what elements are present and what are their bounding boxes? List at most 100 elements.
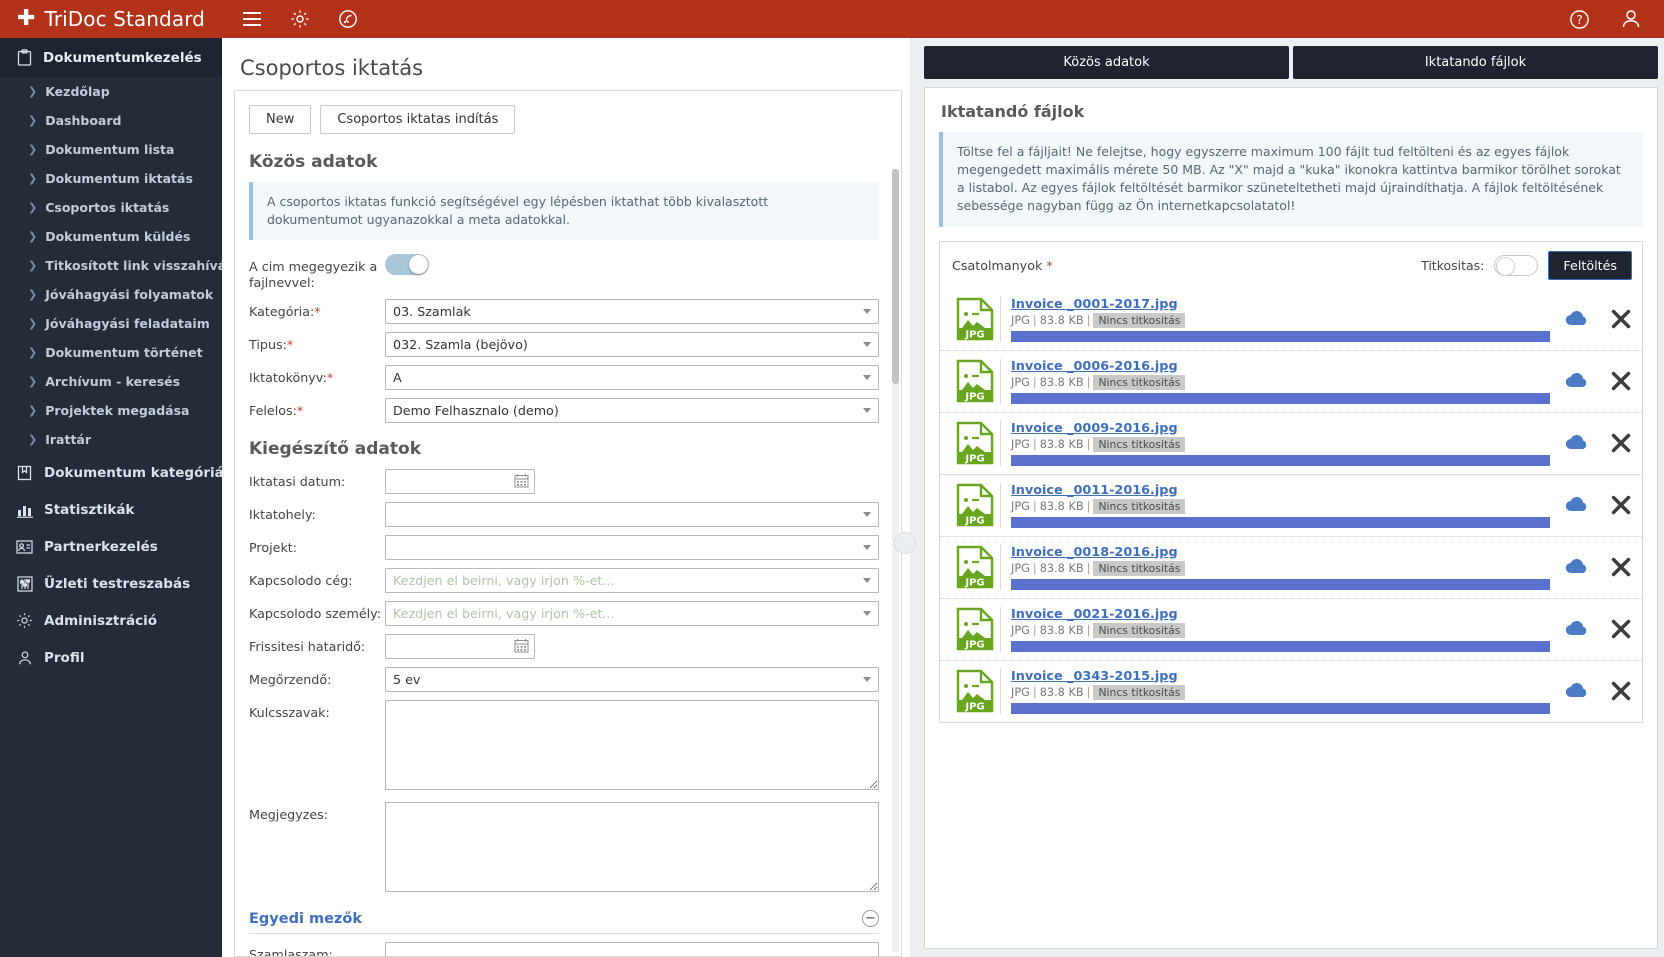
- upload-button[interactable]: Feltöltés: [1548, 250, 1632, 280]
- tab-kozos-adatok[interactable]: Közös adatok: [924, 46, 1289, 79]
- download-cloud-icon[interactable]: [1564, 370, 1590, 392]
- sidebar-item-partnerkezeles[interactable]: Partnerkezelés: [0, 528, 222, 565]
- download-cloud-icon[interactable]: [1564, 432, 1590, 454]
- close-x-icon[interactable]: [1610, 370, 1632, 392]
- field-szamlaszam: Szamlaszam:: [249, 942, 879, 956]
- start-batch-registration-button[interactable]: Csoportos iktatas indítás: [320, 105, 516, 134]
- file-name-link[interactable]: Invoice _0018-2016.jpg: [1011, 545, 1550, 560]
- sidebar-item-dokumentum-kuldes[interactable]: ❯ Dokumentum küldés: [0, 222, 222, 251]
- calendar-icon[interactable]: [514, 473, 529, 492]
- minus-circle-icon[interactable]: −: [862, 910, 879, 927]
- chevron-down-icon: [863, 408, 871, 413]
- close-x-icon[interactable]: [1610, 308, 1632, 330]
- separator: |: [1086, 685, 1091, 699]
- sidebar-item-dokumentum-kategoriak[interactable]: Dokumentum kategóriák: [0, 454, 222, 491]
- close-x-icon[interactable]: [1610, 494, 1632, 516]
- pane-resize-handle[interactable]: [894, 532, 916, 554]
- close-x-icon[interactable]: [1610, 680, 1632, 702]
- sidebar-item-projektek-megadasa[interactable]: ❯ Projektek megadása: [0, 396, 222, 425]
- sidebar-item-jovahagyasi-feladataim[interactable]: ❯ Jóváhagyási feladataim: [0, 309, 222, 338]
- frissitesi-hatarido-input[interactable]: [385, 634, 535, 659]
- file-type: JPG: [1011, 623, 1030, 637]
- chevron-right-icon: ❯: [28, 346, 38, 359]
- sidebar-item-dokumentum-tortenet[interactable]: ❯ Dokumentum történet: [0, 338, 222, 367]
- help-circle-icon[interactable]: ?: [1569, 9, 1590, 30]
- megjegyzes-textarea[interactable]: [385, 802, 879, 892]
- tipus-select[interactable]: 032. Szamla (bejövo): [385, 332, 879, 357]
- new-button[interactable]: New: [249, 105, 312, 134]
- file-name-link[interactable]: Invoice _0343-2015.jpg: [1011, 669, 1550, 684]
- sidebar-item-uzleti-testreszabas[interactable]: Üzleti testreszabás: [0, 565, 222, 602]
- file-name-link[interactable]: Invoice _0009-2016.jpg: [1011, 421, 1550, 436]
- sidebar-item-jovahagyasi-folyamatok[interactable]: ❯ Jóváhagyási folyamatok: [0, 280, 222, 309]
- kategoria-select[interactable]: 03. Szamlak: [385, 299, 879, 324]
- left-pane-scrollbar[interactable]: [892, 169, 899, 952]
- sidebar-item-irattar[interactable]: ❯ Irattár: [0, 425, 222, 454]
- kapcsolodo-ceg-select[interactable]: Kezdjen el beirni, vagy irjon %-et...: [385, 568, 879, 593]
- form-toolbar: New Csoportos iktatas indítás: [249, 105, 879, 134]
- download-cloud-icon[interactable]: [1564, 308, 1590, 330]
- scrollbar-thumb[interactable]: [892, 169, 899, 384]
- sidebar-group-label: Dokumentumkezelés: [43, 49, 202, 66]
- projekt-select[interactable]: [385, 535, 879, 560]
- close-x-icon[interactable]: [1610, 618, 1632, 640]
- field-label: Iktatohely:: [249, 507, 316, 522]
- felelos-select[interactable]: Demo Felhasznalo (demo): [385, 398, 879, 423]
- chevron-right-icon: ❯: [28, 114, 38, 127]
- close-x-icon[interactable]: [1610, 432, 1632, 454]
- sidebar-item-titkositott-link-visszahivas[interactable]: ❯ Titkosított link visszahívás: [0, 251, 222, 280]
- download-cloud-icon[interactable]: [1564, 618, 1590, 640]
- calendar-icon[interactable]: [514, 638, 529, 657]
- sidebar-item-archivum-kereses[interactable]: ❯ Archívum - keresés: [0, 367, 222, 396]
- megorzendo-select[interactable]: 5 ev: [385, 667, 879, 692]
- sidebar-item-label: Csoportos iktatás: [45, 200, 170, 215]
- hamburger-icon[interactable]: [242, 11, 262, 27]
- sidebar-item-profil[interactable]: Profil: [0, 639, 222, 676]
- download-cloud-icon[interactable]: [1564, 680, 1590, 702]
- tab-iktatando-fajlok[interactable]: Iktatando fájlok: [1293, 46, 1658, 79]
- brand[interactable]: ✚ TriDoc Standard: [0, 7, 222, 31]
- download-cloud-icon[interactable]: [1564, 556, 1590, 578]
- bookmark-icon: [16, 464, 33, 481]
- close-x-icon[interactable]: [1610, 556, 1632, 578]
- iktatohely-select[interactable]: [385, 502, 879, 527]
- file-size: 83.8 KB: [1039, 499, 1084, 513]
- file-name-link[interactable]: Invoice _0006-2016.jpg: [1011, 359, 1550, 374]
- sidebar-item-dokumentum-lista[interactable]: ❯ Dokumentum lista: [0, 135, 222, 164]
- iktatokonyv-select[interactable]: A: [385, 365, 879, 390]
- palette-icon[interactable]: [338, 9, 358, 29]
- file-name-link[interactable]: Invoice _0011-2016.jpg: [1011, 483, 1550, 498]
- select-value: A: [393, 370, 402, 385]
- required-mark: *: [314, 304, 321, 319]
- sidebar-item-dashboard[interactable]: ❯ Dashboard: [0, 106, 222, 135]
- file-name-link[interactable]: Invoice _0021-2016.jpg: [1011, 607, 1550, 622]
- file-type: JPG: [1011, 499, 1030, 513]
- separator: |: [1032, 437, 1037, 451]
- sidebar-item-dokumentum-iktatas[interactable]: ❯ Dokumentum iktatás: [0, 164, 222, 193]
- download-cloud-icon[interactable]: [1564, 494, 1590, 516]
- chevron-right-icon: ❯: [28, 259, 38, 272]
- kulcsszavak-textarea[interactable]: [385, 700, 879, 790]
- field-label: Frissitesi hataridő:: [249, 639, 366, 654]
- chevron-down-icon: [863, 512, 871, 517]
- svg-text:JPG: JPG: [964, 640, 984, 651]
- file-name-link[interactable]: Invoice _0001-2017.jpg: [1011, 297, 1550, 312]
- encryption-status-badge: Nincs titkositás: [1093, 622, 1186, 638]
- kapcsolodo-szemely-select[interactable]: Kezdjen el beirni, vagy irjon %-et...: [385, 601, 879, 626]
- encryption-toggle[interactable]: [1494, 254, 1539, 276]
- select-value: Demo Felhasznalo (demo): [393, 403, 559, 418]
- sidebar-item-label: Üzleti testreszabás: [44, 575, 191, 592]
- sidebar-group-dokumentumkezeles[interactable]: Dokumentumkezelés: [0, 38, 222, 77]
- chevron-right-icon: ❯: [28, 433, 38, 446]
- sidebar-item-statisztikak[interactable]: Statisztikák: [0, 491, 222, 528]
- sidebar-item-kezdolap[interactable]: ❯ Kezdőlap: [0, 77, 222, 106]
- sidebar-item-csoportos-iktatas[interactable]: ❯ Csoportos iktatás: [0, 193, 222, 222]
- user-icon[interactable]: [1620, 8, 1642, 30]
- title-matches-filename-toggle[interactable]: [385, 254, 429, 276]
- szamlaszam-input[interactable]: [385, 942, 879, 956]
- gear-icon[interactable]: [290, 9, 310, 29]
- iktatasi-datum-input[interactable]: [385, 469, 535, 494]
- contact-card-icon: [16, 538, 33, 555]
- sidebar-item-adminisztracio[interactable]: Adminisztráció: [0, 602, 222, 639]
- field-label: Iktatasi datum:: [249, 474, 346, 489]
